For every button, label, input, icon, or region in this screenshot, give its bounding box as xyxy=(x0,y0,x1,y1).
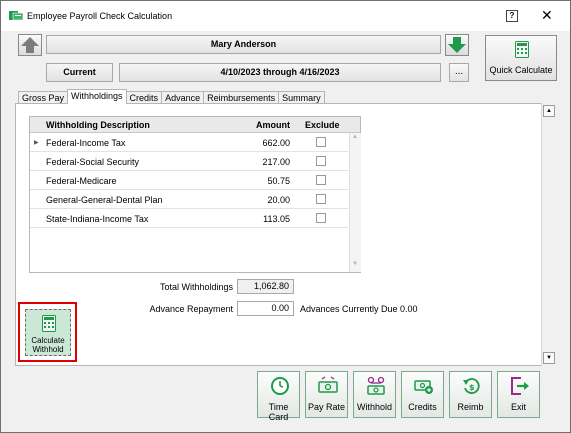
exclude-checkbox[interactable] xyxy=(316,156,326,166)
withhold-label: Withhold xyxy=(356,402,392,412)
reimb-icon: $ xyxy=(463,378,480,394)
calculator-icon xyxy=(515,41,529,58)
calculator-icon xyxy=(42,315,56,332)
calculate-withhold-highlight: Calculate Withhold xyxy=(18,302,77,362)
current-row-marker: ▶ xyxy=(34,140,39,146)
withholding-amount: 113.05 xyxy=(263,214,290,224)
panel-scrollbar[interactable]: ▲ ▼ xyxy=(541,103,555,366)
withholding-amount: 217.00 xyxy=(262,157,290,167)
tab-withholdings[interactable]: Withholdings xyxy=(67,89,127,104)
exclude-checkbox[interactable] xyxy=(316,137,326,147)
withholding-description: State-Indiana-Income Tax xyxy=(46,214,149,224)
total-withholdings-label: Total Withholdings xyxy=(159,282,233,292)
period-label: Current xyxy=(46,63,113,82)
withhold-icon xyxy=(367,376,385,395)
scroll-up-arrow[interactable]: ▲ xyxy=(543,105,555,117)
clock-icon xyxy=(271,377,289,395)
credits-button[interactable]: Credits xyxy=(401,371,444,418)
quick-calculate-button[interactable]: Quick Calculate xyxy=(485,35,557,81)
advance-repayment-input[interactable]: 0.00 xyxy=(237,301,294,316)
arrow-down-icon xyxy=(448,37,466,53)
time-card-label: Time Card xyxy=(268,402,289,422)
payroll-app-icon xyxy=(9,11,23,21)
table-row[interactable]: State-Indiana-Income Tax 113.05 xyxy=(30,210,348,228)
select-period-button[interactable]: ... xyxy=(449,63,469,82)
exit-label: Exit xyxy=(510,402,526,412)
column-exclude[interactable]: Exclude xyxy=(305,120,340,130)
scroll-down-arrow[interactable]: ▼ xyxy=(543,352,555,364)
pay-rate-button[interactable]: Pay Rate xyxy=(305,371,348,418)
table-row[interactable]: Federal-Social Security 217.00 xyxy=(30,153,348,171)
date-range-field: 4/10/2023 through 4/16/2023 xyxy=(119,63,441,82)
exit-icon xyxy=(511,377,529,395)
previous-employee-button[interactable] xyxy=(18,34,42,56)
reimb-label: Reimb xyxy=(457,402,484,412)
time-card-button[interactable]: Time Card xyxy=(257,371,300,422)
employee-name-field: Mary Anderson xyxy=(46,35,441,54)
exclude-checkbox[interactable] xyxy=(316,175,326,185)
withholding-description: Federal-Social Security xyxy=(46,157,140,167)
advances-due-text: Advances Currently Due 0.00 xyxy=(300,304,418,314)
next-employee-button[interactable] xyxy=(445,34,469,56)
credits-icon xyxy=(414,380,433,394)
pay-rate-icon xyxy=(318,376,338,393)
pay-rate-label: Pay Rate xyxy=(307,402,346,412)
column-description[interactable]: Withholding Description xyxy=(46,120,150,130)
calculate-withhold-line1: Calculate xyxy=(31,336,65,345)
total-withholdings-value: 1,062.80 xyxy=(237,279,294,294)
column-amount[interactable]: Amount xyxy=(256,120,290,130)
arrow-up-icon xyxy=(21,37,39,53)
table-header: Withholding Description Amount Exclude xyxy=(30,117,360,133)
quick-calculate-label: Quick Calculate xyxy=(489,65,553,75)
table-scrollbar[interactable]: ▲ ▼ xyxy=(349,133,361,272)
advance-repayment-label: Advance Repayment xyxy=(149,304,233,314)
table-scroll-down-arrow[interactable]: ▼ xyxy=(352,261,358,267)
exclude-checkbox[interactable] xyxy=(316,213,326,223)
credits-label: Credits xyxy=(408,402,437,412)
svg-text:$: $ xyxy=(469,383,475,392)
withholding-amount: 662.00 xyxy=(262,138,290,148)
withholding-description: Federal-Medicare xyxy=(46,176,117,186)
table-scroll-up-arrow[interactable]: ▲ xyxy=(352,134,358,140)
table-row[interactable]: ▶ Federal-Income Tax 662.00 xyxy=(30,134,348,152)
withholding-description: Federal-Income Tax xyxy=(46,138,126,148)
withholding-amount: 50.75 xyxy=(267,176,290,186)
calculate-withhold-button[interactable]: Calculate Withhold xyxy=(25,309,71,356)
help-button[interactable]: ? xyxy=(506,10,518,22)
withholding-description: General-General-Dental Plan xyxy=(46,195,163,205)
close-button[interactable]: ✕ xyxy=(541,7,553,23)
window-title: Employee Payroll Check Calculation xyxy=(27,11,173,21)
payroll-window: Employee Payroll Check Calculation ? ✕ M… xyxy=(0,0,571,433)
tab-strip: Gross Pay Withholdings Credits Advance R… xyxy=(18,89,325,104)
exclude-checkbox[interactable] xyxy=(316,194,326,204)
table-row[interactable]: General-General-Dental Plan 20.00 xyxy=(30,191,348,209)
title-bar: Employee Payroll Check Calculation ? ✕ xyxy=(1,1,570,31)
table-row[interactable]: Federal-Medicare 50.75 xyxy=(30,172,348,190)
exit-button[interactable]: Exit xyxy=(497,371,540,418)
reimb-button[interactable]: $ Reimb xyxy=(449,371,492,418)
calculate-withhold-line2: Withhold xyxy=(32,345,64,354)
withholding-amount: 20.00 xyxy=(267,195,290,205)
withholdings-table: Withholding Description Amount Exclude ▶… xyxy=(29,116,361,273)
withhold-button[interactable]: Withhold xyxy=(353,371,396,418)
